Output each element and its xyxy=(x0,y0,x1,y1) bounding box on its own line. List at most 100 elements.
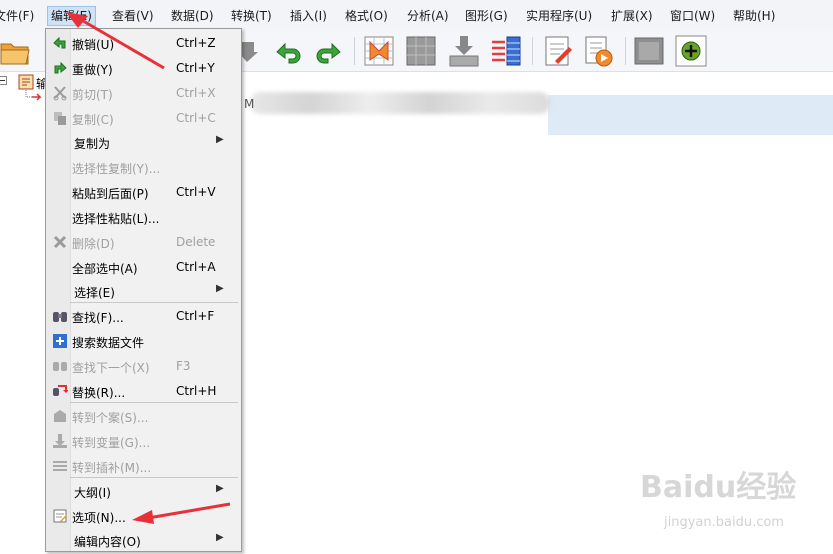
menu-extensions[interactable]: 扩展(X) xyxy=(611,8,653,24)
replace-icon xyxy=(53,385,68,396)
menu-item-replace[interactable]: 替换(R)... Ctrl+H xyxy=(46,379,241,403)
blurred-output-title xyxy=(250,92,550,114)
menu-item-shortcut: F3 xyxy=(176,359,191,373)
menu-separator xyxy=(70,477,238,478)
menu-separator xyxy=(70,302,238,303)
menu-item-paste-special[interactable]: 选择性粘贴(L)... xyxy=(46,205,241,229)
play-script-icon[interactable] xyxy=(582,34,616,68)
open-folder-icon[interactable] xyxy=(0,34,34,68)
menu-analyze[interactable]: 分析(A) xyxy=(407,8,449,24)
menu-help[interactable]: 帮助(H) xyxy=(733,8,775,24)
edit-menu-dropdown: 撤销(U) Ctrl+Z 重做(Y) Ctrl+Y 剪切(T) Ctrl+X 复… xyxy=(45,28,242,552)
menu-item-label: 转到个案(S)... xyxy=(72,411,149,425)
menu-item-delete[interactable]: 删除(D) Delete xyxy=(46,230,241,254)
menu-graphs[interactable]: 图形(G) xyxy=(465,8,508,24)
submenu-arrow-icon: ▶ xyxy=(216,283,224,294)
menu-item-label: 选项(N)... xyxy=(72,511,126,525)
menu-item-label: 大纲(I) xyxy=(74,486,111,500)
chart-editor-icon[interactable] xyxy=(541,34,575,68)
menu-item-shortcut: Ctrl+Z xyxy=(176,36,216,50)
menu-item-select[interactable]: 选择(E) ▶ xyxy=(46,279,241,303)
tree-node-label: M xyxy=(244,97,255,111)
menu-view[interactable]: 查看(V) xyxy=(112,8,154,24)
menu-insert[interactable]: 插入(I) xyxy=(290,8,327,24)
split-file-icon[interactable] xyxy=(489,34,523,68)
menu-item-label: 选择性复制(Y)... xyxy=(72,162,161,176)
delete-icon xyxy=(53,235,67,249)
menu-item-label: 粘贴到后面(P) xyxy=(72,187,149,201)
menu-item-label: 搜索数据文件 xyxy=(72,336,145,350)
redo-icon xyxy=(54,61,67,74)
menu-item-label: 编辑内容(O) xyxy=(74,535,141,549)
menu-item-options[interactable]: 选项(N)... xyxy=(46,504,241,528)
undo-icon[interactable] xyxy=(271,34,305,68)
menu-item-goto-imputation[interactable]: 转到插补(M)... xyxy=(46,454,241,478)
menu-separator xyxy=(70,402,238,403)
collapse-icon[interactable] xyxy=(0,76,8,86)
redo-icon[interactable] xyxy=(312,34,346,68)
menu-item-cut[interactable]: 剪切(T) Ctrl+X xyxy=(46,81,241,105)
watermark-url: jingyan.baidu.com xyxy=(664,515,784,530)
goto-imputation-icon xyxy=(53,461,67,471)
menu-data[interactable]: 数据(D) xyxy=(171,8,214,24)
add-icon[interactable] xyxy=(674,34,708,68)
menu-item-shortcut: Ctrl+H xyxy=(176,384,217,398)
menu-item-copy[interactable]: 复制(C) Ctrl+C xyxy=(46,106,241,130)
menu-item-copy-as[interactable]: 复制为 ▶ xyxy=(46,130,241,154)
binoculars-icon xyxy=(53,312,67,322)
menu-item-goto-case[interactable]: 转到个案(S)... xyxy=(46,404,241,428)
output-log-icon xyxy=(18,74,34,90)
menu-item-label: 复制为 xyxy=(74,137,111,151)
menu-item-label: 删除(D) xyxy=(72,237,115,251)
submenu-arrow-icon: ▶ xyxy=(216,134,224,145)
goto-variable-icon xyxy=(53,434,67,448)
menu-item-select-all[interactable]: 全部选中(A) Ctrl+A xyxy=(46,255,241,279)
menu-transform[interactable]: 转换(T) xyxy=(231,8,272,24)
menu-file[interactable]: 文件(F) xyxy=(0,8,34,24)
menu-item-find-next[interactable]: 查找下一个(X) F3 xyxy=(46,354,241,378)
menu-item-label: 替换(R)... xyxy=(72,386,126,400)
menu-item-shortcut: Ctrl+C xyxy=(176,111,216,125)
plus-search-icon xyxy=(53,334,67,348)
goto-case-icon xyxy=(54,410,66,422)
submenu-arrow-icon: ▶ xyxy=(216,532,224,543)
menu-item-label: 转到插补(M)... xyxy=(72,461,152,475)
menu-item-label: 重做(Y) xyxy=(72,63,113,77)
menu-item-label: 撤销(U) xyxy=(72,38,115,52)
menu-item-label: 选择性粘贴(L)... xyxy=(72,212,160,226)
menu-item-undo[interactable]: 撤销(U) Ctrl+Z xyxy=(46,31,241,55)
undo-icon xyxy=(53,36,66,49)
menu-item-outline[interactable]: 大纲(I) ▶ xyxy=(46,479,241,503)
menu-item-label: 剪切(T) xyxy=(72,88,113,102)
menu-item-redo[interactable]: 重做(Y) Ctrl+Y xyxy=(46,56,241,80)
menu-item-shortcut: Ctrl+V xyxy=(176,185,216,199)
menu-window[interactable]: 窗口(W) xyxy=(670,8,715,24)
watermark-brand: Baidu经验 xyxy=(640,470,797,505)
menu-format[interactable]: 格式(O) xyxy=(345,8,388,24)
scissors-icon xyxy=(53,86,67,101)
menu-item-edit-content[interactable]: 编辑内容(O) ▶ xyxy=(46,528,241,552)
menu-item-shortcut: Ctrl+X xyxy=(176,86,216,100)
menu-item-label: 查找(F)... xyxy=(72,311,124,325)
goto-case-icon[interactable] xyxy=(362,34,396,68)
menu-item-search-data-files[interactable]: 搜索数据文件 xyxy=(46,329,241,353)
copy-icon xyxy=(54,112,66,125)
menu-item-find[interactable]: 查找(F)... Ctrl+F xyxy=(46,304,241,328)
menu-utilities[interactable]: 实用程序(U) xyxy=(526,8,592,24)
gray-box-icon[interactable] xyxy=(632,34,666,68)
menu-item-shortcut: Ctrl+A xyxy=(176,260,216,274)
menu-item-shortcut: Ctrl+Y xyxy=(176,61,215,75)
menu-item-label: 全部选中(A) xyxy=(72,262,138,276)
menu-item-copy-special[interactable]: 选择性复制(Y)... xyxy=(46,155,241,179)
submenu-arrow-icon: ▶ xyxy=(216,483,224,494)
goto-variable-icon[interactable] xyxy=(404,34,438,68)
selected-row-highlight xyxy=(548,95,833,135)
menu-item-label: 转到变量(G)... xyxy=(72,436,151,450)
menu-item-shortcut: Delete xyxy=(176,235,216,249)
menu-item-shortcut: Ctrl+F xyxy=(176,309,215,323)
menu-item-goto-variable[interactable]: 转到变量(G)... xyxy=(46,429,241,453)
menu-edit[interactable]: 编辑(E) xyxy=(47,6,96,26)
insert-cases-icon[interactable] xyxy=(447,34,481,68)
menu-item-label: 查找下一个(X) xyxy=(72,361,150,375)
menu-item-paste-after[interactable]: 粘贴到后面(P) Ctrl+V xyxy=(46,180,241,204)
